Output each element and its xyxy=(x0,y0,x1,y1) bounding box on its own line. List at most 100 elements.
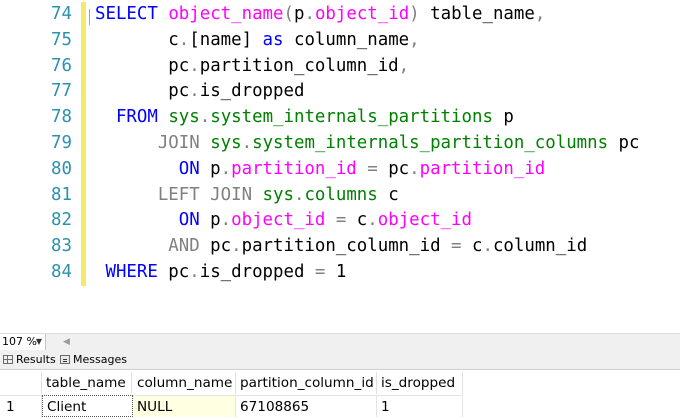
code-token: = xyxy=(325,210,357,231)
code-token: . xyxy=(367,210,378,231)
column-header-table-name[interactable]: table_name xyxy=(42,372,132,394)
code-token: sys xyxy=(210,132,242,153)
line-number: 79 xyxy=(51,132,72,153)
grid-icon xyxy=(3,355,13,364)
code-token: . xyxy=(220,158,232,179)
change-marker xyxy=(81,259,86,286)
scroll-left-icon[interactable]: ◀ xyxy=(63,334,70,350)
code-token: LEFT JOIN xyxy=(95,184,253,205)
code-token: as xyxy=(262,29,284,50)
code-text: AND pc.partition_column_id = c.column_id xyxy=(95,234,587,260)
code-text: pc.partition_column_id, xyxy=(95,54,409,80)
column-header-partition-column-id[interactable]: partition_column_id xyxy=(236,372,377,394)
table-cell[interactable]: 1 xyxy=(377,395,463,417)
code-token: pc xyxy=(95,55,190,76)
line-number: 74 xyxy=(51,4,72,24)
code-line[interactable]: 84 WHERE pc.is_dropped = 1 xyxy=(0,259,680,286)
query-editor[interactable]: 74 SELECT object_name(p.object_id) table_… xyxy=(0,0,680,332)
code-token: system_internals_partitions xyxy=(210,107,493,128)
code-token: . xyxy=(189,81,200,102)
tab-results-label: Results xyxy=(16,353,56,366)
outline-fold-marker[interactable] xyxy=(89,9,90,25)
code-token: pc xyxy=(608,132,640,153)
tab-messages[interactable]: Messages xyxy=(60,351,127,369)
code-token: . xyxy=(304,4,315,24)
result-tabs: Results Messages xyxy=(0,351,680,370)
tab-results[interactable]: Results xyxy=(3,351,56,369)
change-marker xyxy=(81,130,86,157)
table-cell[interactable]: 67108865 xyxy=(236,395,377,417)
code-token: . xyxy=(199,107,211,128)
change-marker xyxy=(81,234,86,260)
code-token: . xyxy=(482,236,493,257)
code-text: JOIN sys.system_internals_partition_colu… xyxy=(95,131,640,157)
code-token: object_id xyxy=(231,210,326,231)
messages-icon xyxy=(60,355,70,364)
column-header-column-name[interactable]: column_name xyxy=(133,372,236,394)
line-number: 82 xyxy=(51,210,72,231)
code-token: , xyxy=(534,4,546,24)
code-token: JOIN xyxy=(95,132,200,153)
code-token: AND xyxy=(95,236,200,257)
line-number: 75 xyxy=(51,29,72,50)
code-line[interactable]: 77 pc.is_dropped xyxy=(0,79,680,106)
code-line[interactable]: 76 pc.partition_column_id, xyxy=(0,53,680,80)
code-token: ON xyxy=(95,210,200,231)
code-token: . xyxy=(241,132,253,153)
code-token: pc xyxy=(388,158,410,179)
code-token: p xyxy=(293,4,305,24)
code-token: pc xyxy=(199,236,232,257)
code-line[interactable]: 82 ON p.object_id = c.object_id xyxy=(0,208,680,235)
line-number: 83 xyxy=(51,236,72,257)
change-marker xyxy=(81,79,86,106)
code-text: pc.is_dropped xyxy=(95,79,304,105)
code-line[interactable]: 75 c.[name] as column_name, xyxy=(0,27,680,54)
table-cell-null[interactable]: NULL xyxy=(133,395,236,417)
code-token: object_id xyxy=(314,4,410,24)
line-number: 81 xyxy=(51,184,72,205)
zoom-dropdown[interactable]: 107 % ▼ xyxy=(0,334,46,350)
results-grid[interactable]: table_name column_name partition_column_… xyxy=(0,370,680,420)
code-line[interactable]: 83 AND pc.partition_column_id = c.column… xyxy=(0,234,680,260)
code-token: is_dropped xyxy=(199,81,305,102)
change-marker xyxy=(81,2,86,28)
change-marker xyxy=(81,156,86,183)
code-token: c xyxy=(95,29,179,50)
column-header-is-dropped[interactable]: is_dropped xyxy=(377,372,463,394)
change-marker xyxy=(81,53,86,80)
line-number: 78 xyxy=(51,107,72,128)
code-token: FROM xyxy=(95,107,158,128)
code-token: ) xyxy=(409,4,420,24)
table-cell[interactable]: Client xyxy=(42,395,133,417)
chevron-down-icon[interactable]: ▼ xyxy=(36,334,42,350)
code-token: . xyxy=(293,184,305,205)
line-number: 77 xyxy=(51,81,72,102)
code-token: . xyxy=(409,158,420,179)
code-line[interactable]: 74 SELECT object_name(p.object_id) table_… xyxy=(0,2,680,28)
code-token: = xyxy=(314,261,326,282)
code-token: partition_column_id xyxy=(199,55,399,76)
code-token: table_name xyxy=(419,4,535,24)
line-number: 76 xyxy=(51,55,72,76)
code-token: = xyxy=(356,158,389,179)
code-text: ON p.object_id = c.object_id xyxy=(95,208,472,234)
code-lines: 74 SELECT object_name(p.object_id) table_… xyxy=(0,2,680,286)
code-line[interactable]: 79 JOIN sys.system_internals_partition_c… xyxy=(0,130,680,157)
grid-corner[interactable] xyxy=(0,372,42,394)
zoom-value: 107 % xyxy=(2,335,37,348)
code-token: . xyxy=(189,55,200,76)
code-token: 1 xyxy=(325,261,347,282)
code-token: pc xyxy=(95,81,190,102)
line-number: 80 xyxy=(51,158,72,179)
code-token: . xyxy=(189,261,200,282)
code-line[interactable]: 81 LEFT JOIN sys.columns c xyxy=(0,182,680,209)
code-line[interactable]: 78 FROM sys.system_internals_partitions … xyxy=(0,105,680,131)
code-token: partition_column_id xyxy=(241,236,441,257)
code-line[interactable]: 80 ON p.partition_id = pc.partition_id xyxy=(0,156,680,183)
code-token: column_name xyxy=(283,29,410,50)
code-token: ON xyxy=(95,158,200,179)
row-number[interactable]: 1 xyxy=(0,395,42,417)
code-token: WHERE xyxy=(95,261,158,282)
